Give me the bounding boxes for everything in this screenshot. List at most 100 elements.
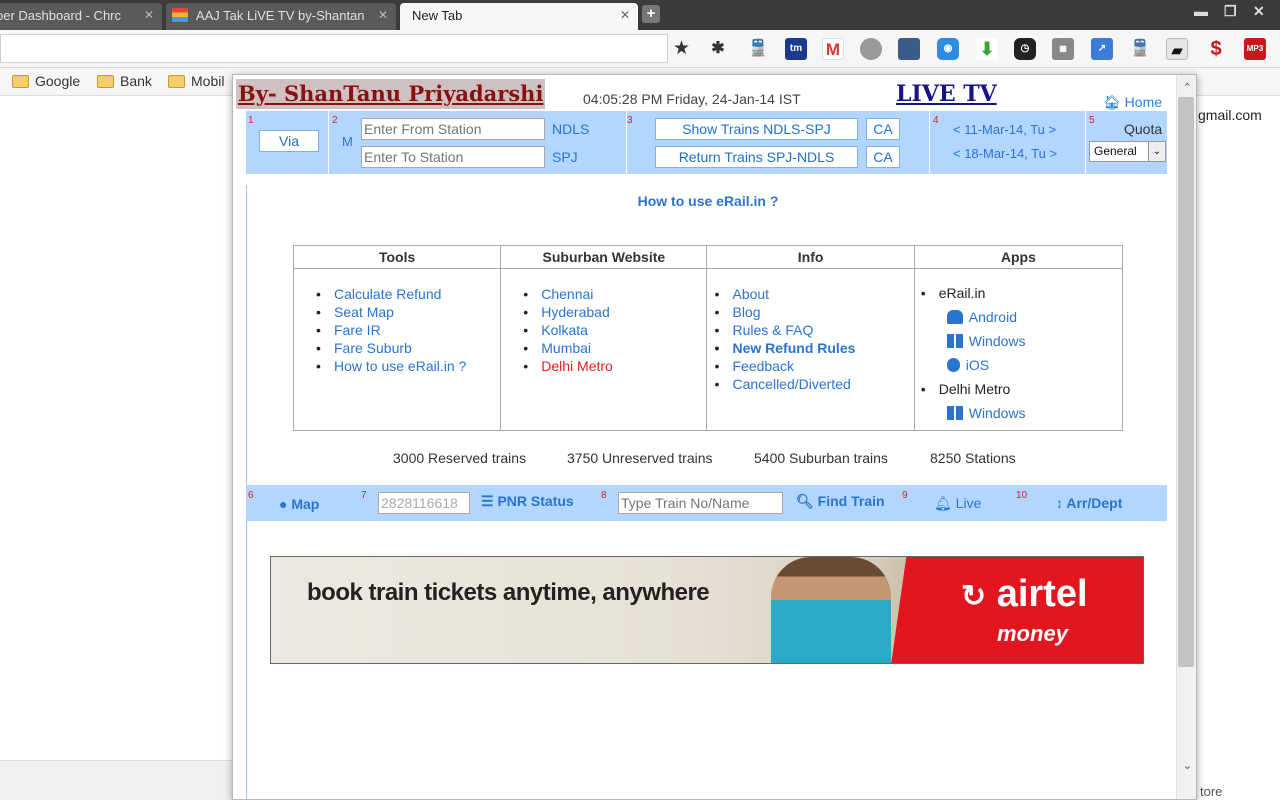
via-button[interactable]: Via xyxy=(259,130,319,152)
info-about[interactable]: About xyxy=(732,285,913,303)
chart-extension-icon[interactable]: ↗ xyxy=(1091,38,1113,60)
apps-list: eRail.in Android Windows iOS Delhi Metro… xyxy=(915,281,1122,425)
tab-strip: per Dashboard - Chrc ✕ AAJ Tak LiVE TV b… xyxy=(0,0,1280,30)
return-trains-button[interactable]: Return Trains SPJ-NDLS xyxy=(655,146,858,168)
youtube-mp3-extension-icon[interactable]: MP3 xyxy=(1244,38,1266,60)
show-trains-button[interactable]: Show Trains NDLS-SPJ xyxy=(655,118,858,140)
to-station-input[interactable] xyxy=(361,146,545,168)
step-number: 6 xyxy=(248,490,254,501)
hand-extension-icon[interactable] xyxy=(860,38,882,60)
new-tab-button[interactable]: + xyxy=(642,5,660,23)
ca-button[interactable]: CA xyxy=(866,118,900,140)
bookmark-mobile[interactable]: Mobil xyxy=(168,73,224,89)
close-tab-icon[interactable]: ✕ xyxy=(378,3,388,28)
close-window-icon[interactable]: ✕ xyxy=(1253,3,1265,20)
restore-icon[interactable]: ❐ xyxy=(1224,3,1237,20)
divider xyxy=(929,111,930,174)
scrollbar-thumb[interactable] xyxy=(1178,97,1194,667)
bookmark-google[interactable]: Google xyxy=(12,73,80,89)
tab-new-tab[interactable]: New Tab ✕ xyxy=(400,3,638,30)
tm-extension-icon[interactable]: tm xyxy=(785,38,807,60)
tool-calculate-refund[interactable]: Calculate Refund xyxy=(334,285,500,303)
quota-select[interactable]: General ⌄ xyxy=(1089,141,1166,162)
airtel-money-ad-banner[interactable]: book train tickets anytime, anywhere ↻ a… xyxy=(270,556,1144,664)
train-search-bar: 1 Via 2 M NDLS SPJ 3 Show Trains NDLS-SP… xyxy=(246,111,1167,174)
money-extension-icon[interactable]: $ xyxy=(1205,38,1227,60)
apple-icon xyxy=(946,358,960,372)
tab-title: per Dashboard - Chrc xyxy=(0,8,121,23)
bookmark-label: Mobil xyxy=(191,73,225,89)
scroll-down-icon[interactable]: ⌄ xyxy=(1183,759,1192,772)
links-table: Tools Suburban Website Info Apps Calcula… xyxy=(292,245,1124,431)
bookmark-star-icon[interactable]: ★ xyxy=(673,37,690,60)
info-blog[interactable]: Blog xyxy=(732,303,913,321)
tab-dashboard[interactable]: per Dashboard - Chrc ✕ xyxy=(0,3,162,30)
ca-return-button[interactable]: CA xyxy=(866,146,900,168)
suburban-hyderabad[interactable]: Hyderabad xyxy=(541,303,706,321)
bookmark-bank[interactable]: Bank xyxy=(97,73,152,89)
windows-icon xyxy=(946,406,963,420)
address-bar[interactable] xyxy=(0,34,668,63)
tab-title: AAJ Tak LiVE TV by-Shantan xyxy=(195,8,365,23)
scroll-up-icon[interactable]: ⌃ xyxy=(1183,81,1192,94)
erail-extension-popup: By- ShanTanu Priyadarshi 04:05:28 PM Fri… xyxy=(232,74,1197,800)
tool-fare-suburb[interactable]: Fare Suburb xyxy=(334,339,500,357)
info-rules-faq[interactable]: Rules & FAQ xyxy=(732,321,913,339)
download-extension-icon[interactable]: ⬇ xyxy=(976,38,998,60)
app-metro-windows-link[interactable]: Windows xyxy=(921,401,1122,425)
info-feedback[interactable]: Feedback xyxy=(732,357,913,375)
quick-actions-bar: 6 ● Map 7 ☰ PNR Status 8 🔍︎ Find Train 9… xyxy=(246,485,1167,521)
suburban-kolkata[interactable]: Kolkata xyxy=(541,321,706,339)
globe-icon: ● xyxy=(279,496,288,512)
train-extension-icon[interactable]: 🚆 xyxy=(747,38,769,60)
tool-seat-map[interactable]: Seat Map xyxy=(334,303,500,321)
m-label[interactable]: M xyxy=(342,134,353,149)
suburban-delhi-metro[interactable]: Delhi Metro xyxy=(541,357,706,375)
train-name-input[interactable] xyxy=(618,492,783,514)
app-android-link[interactable]: Android xyxy=(921,305,1122,329)
close-tab-icon[interactable]: ✕ xyxy=(620,3,630,28)
return-date-selector[interactable]: < 18-Mar-14, Tu > xyxy=(953,146,1057,161)
page-title[interactable]: By- ShanTanu Priyadarshi xyxy=(236,79,546,109)
step-number: 4 xyxy=(933,115,939,126)
tool-fare-ir[interactable]: Fare IR xyxy=(334,321,500,339)
minimize-icon[interactable]: ▬ xyxy=(1194,3,1208,19)
suburban-chennai[interactable]: Chennai xyxy=(541,285,706,303)
live-link[interactable]: 🔔︎ Live xyxy=(934,495,981,512)
erail-extension-icon[interactable]: ▰ xyxy=(1166,38,1188,60)
scrollbar[interactable]: ⌃ ⌄ xyxy=(1176,75,1196,799)
from-station-code[interactable]: NDLS xyxy=(552,121,589,137)
app-windows-link[interactable]: Windows xyxy=(921,329,1122,353)
background-email-fragment: gmail.com xyxy=(1198,107,1262,123)
puzzle-extension-icon[interactable]: ✱ xyxy=(707,38,729,60)
train2-extension-icon[interactable]: 🚆 xyxy=(1129,38,1151,60)
live-tv-link[interactable]: LIVE TV xyxy=(896,79,997,109)
disc-extension-icon[interactable]: ◉ xyxy=(937,38,959,60)
tool-how-to-use[interactable]: How to use eRail.in ? xyxy=(334,357,500,375)
up-down-arrow-icon: ↕ xyxy=(1056,495,1063,511)
suburban-header: Suburban Website xyxy=(500,245,708,269)
departure-date-selector[interactable]: < 11-Mar-14, Tu > xyxy=(953,122,1056,137)
tools-header: Tools xyxy=(292,245,502,269)
info-new-refund-rules[interactable]: New Refund Rules xyxy=(732,339,913,357)
from-station-input[interactable] xyxy=(361,118,545,140)
camera-extension-icon[interactable] xyxy=(898,38,920,60)
find-train-button[interactable]: 🔍︎ Find Train xyxy=(796,493,885,510)
gmail-extension-icon[interactable]: M xyxy=(822,38,844,60)
clock-extension-icon[interactable]: ◷ xyxy=(1014,38,1036,60)
pnr-input[interactable] xyxy=(378,492,470,514)
home-icon: 🏠︎ xyxy=(1103,94,1121,110)
pnr-status-link[interactable]: ☰ PNR Status xyxy=(481,493,574,510)
stat-reserved-trains: 3000 Reserved trains xyxy=(393,450,527,466)
qr-code-extension-icon[interactable]: ▦ xyxy=(1052,38,1074,60)
how-to-use-link[interactable]: How to use eRail.in ? xyxy=(233,193,1183,209)
info-cancelled-diverted[interactable]: Cancelled/Diverted xyxy=(732,375,913,393)
to-station-code[interactable]: SPJ xyxy=(552,149,578,165)
arr-dept-link[interactable]: ↕ Arr/Dept xyxy=(1056,495,1122,511)
map-link[interactable]: ● Map xyxy=(279,496,319,512)
tab-aajtak[interactable]: AAJ Tak LiVE TV by-Shantan ✕ xyxy=(166,3,396,30)
suburban-mumbai[interactable]: Mumbai xyxy=(541,339,706,357)
close-tab-icon[interactable]: ✕ xyxy=(144,3,154,28)
home-link[interactable]: 🏠︎ Home xyxy=(1103,94,1162,111)
app-ios-link[interactable]: iOS xyxy=(921,353,1122,377)
